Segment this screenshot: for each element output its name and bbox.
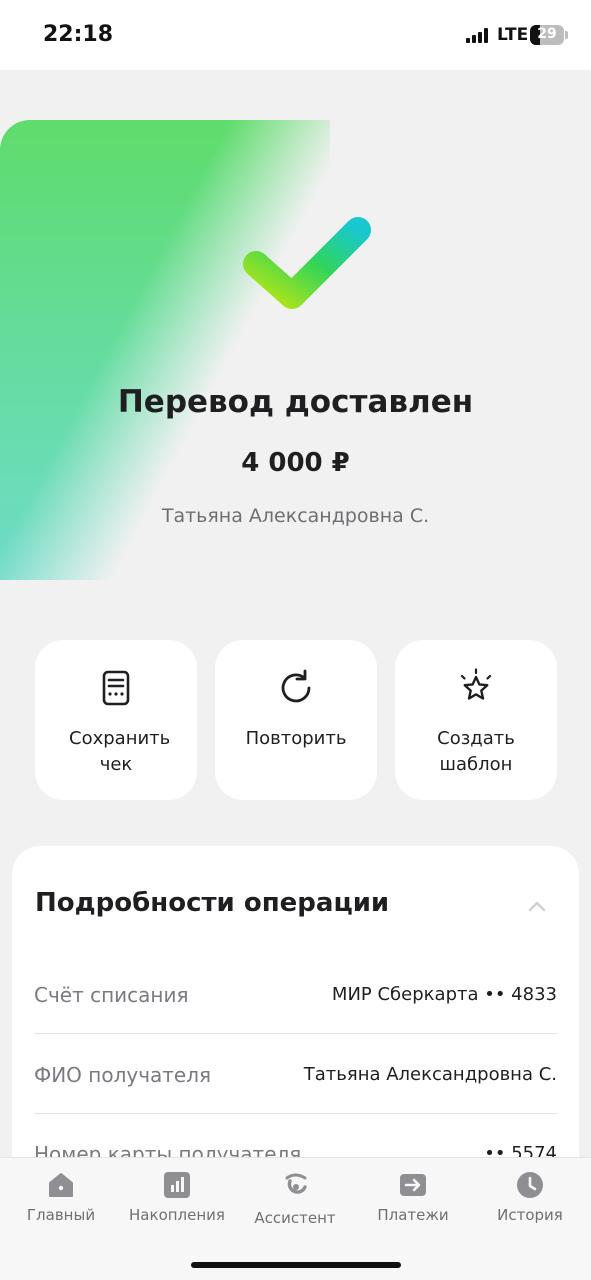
home-icon (49, 1173, 73, 1197)
nav-label: История (497, 1206, 563, 1224)
signal-icon (466, 27, 492, 43)
repeat-icon (281, 669, 311, 703)
nav-item-home[interactable]: Главный (2, 1158, 120, 1238)
chevron-up-icon[interactable] (528, 900, 546, 912)
receipt-icon (102, 670, 130, 706)
detail-label: Счёт списания (34, 983, 189, 1007)
detail-row-recipient-name: ФИО получателя Татьяна Александровна С. (34, 1034, 557, 1114)
battery-level: 29 (537, 26, 557, 42)
home-indicator (191, 1262, 401, 1268)
save-receipt-button[interactable]: Сохранить чек (35, 640, 197, 800)
detail-row-debit-account: Счёт списания МИР Сберкарта •• 4833 (34, 954, 557, 1034)
clock-icon (517, 1172, 543, 1198)
status-time: 22:18 (43, 22, 114, 47)
nav-label: Главный (26, 1206, 96, 1224)
transfer-icon (400, 1174, 426, 1196)
status-bar: 22:18 LTE 29 (0, 0, 591, 70)
repeat-button[interactable]: Повторить (215, 640, 377, 800)
create-template-label: Создать шаблон (437, 728, 515, 775)
chart-icon (164, 1172, 190, 1198)
nav-item-payments[interactable]: Платежи (354, 1158, 472, 1238)
battery-icon: 29 (530, 25, 564, 45)
nav-item-assistant[interactable]: Ассистент (236, 1158, 354, 1238)
nav-label: Ассистент (254, 1209, 336, 1227)
save-receipt-label: Сохранить чек (69, 728, 171, 775)
network-type: LTE (497, 25, 529, 45)
transfer-amount: 4 000 ₽ (241, 448, 350, 478)
assistant-icon (285, 1173, 307, 1194)
nav-label: Платежи (377, 1206, 449, 1224)
details-title: Подробности операции (35, 888, 390, 918)
detail-value: Татьяна Александровна С. (303, 1064, 557, 1085)
repeat-label: Повторить (245, 728, 347, 749)
star-icon (460, 668, 492, 700)
create-template-button[interactable]: Создать шаблон (395, 640, 557, 800)
nav-item-savings[interactable]: Накопления (118, 1158, 236, 1238)
checkmark-icon (243, 217, 371, 309)
page-title: Перевод доставлен (117, 384, 474, 420)
detail-value: МИР Сберкарта •• 4833 (331, 984, 557, 1005)
recipient-name: Татьяна Александровна С. (161, 505, 430, 527)
detail-label: ФИО получателя (34, 1063, 212, 1087)
battery-cap (565, 31, 568, 39)
nav-item-history[interactable]: История (471, 1158, 589, 1238)
nav-label: Накопления (129, 1206, 225, 1224)
